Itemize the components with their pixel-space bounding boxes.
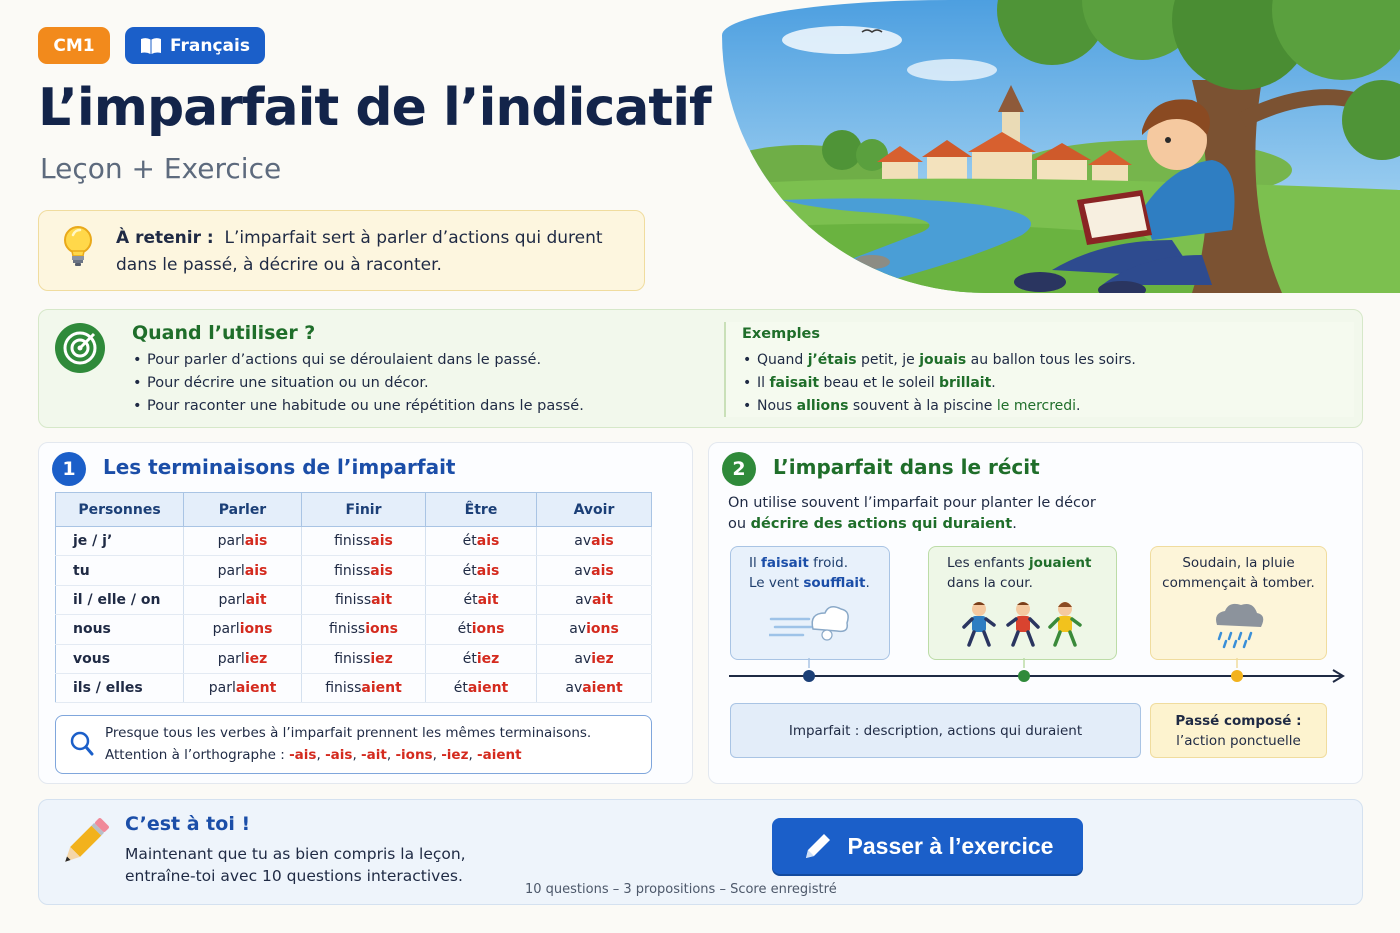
- lightbulb-icon: [64, 226, 92, 266]
- col-header: Personnes: [55, 492, 184, 527]
- children-playing-icon: [962, 602, 1082, 647]
- conjugation-cell: était: [425, 585, 537, 616]
- conjugation-cell: parlait: [183, 585, 302, 616]
- table-row: je / j’ parlais finissais étais avais: [55, 526, 652, 557]
- person-cell: il / elle / on: [55, 585, 184, 616]
- target-icon: [55, 323, 105, 373]
- page-title: L’imparfait de l’indicatif: [38, 78, 712, 138]
- table-row: ils / elles parlaient finissaient étaient av…: [55, 673, 652, 704]
- conjugation-cell: parlions: [183, 614, 302, 645]
- conjugation-cell: finissait: [301, 585, 426, 616]
- subject-badge-label: Français: [170, 35, 250, 56]
- hero-illustration: [722, 0, 1400, 293]
- note-line-2: Attention à l’orthographe : -ais, -ais, …: [105, 747, 522, 763]
- practice-title: C’est à toi !: [125, 813, 251, 835]
- practice-text: Maintenant que tu as bien compris la leç…: [125, 845, 466, 885]
- table-row: tu parlais finissais étais avais: [55, 555, 652, 586]
- table-row: vous parliez finissiez étiez aviez: [55, 644, 652, 674]
- subject-badge: Français: [125, 27, 265, 64]
- section-number: 2: [722, 452, 756, 486]
- col-header: Parler: [183, 492, 302, 527]
- conjugation-cell: avions: [536, 614, 652, 645]
- person-cell: nous: [55, 614, 184, 645]
- exercise-info: 10 questions – 3 propositions – Score en…: [525, 882, 837, 897]
- narrative-panel: 2 L’imparfait dans le récit On utilise s…: [708, 442, 1363, 784]
- wind-cloud-icon: [769, 606, 849, 641]
- narrative-intro: On utilise souvent l’imparfait pour plan…: [728, 495, 1096, 532]
- story-card-children: Les enfants jouaient dans la cour.: [928, 546, 1117, 660]
- conjugation-cell: étions: [425, 614, 537, 645]
- examples-list: Quand j’étais petit, je jouais au ballon…: [743, 349, 1136, 418]
- retenir-text-2: dans le passé, à décrire ou à raconter.: [116, 255, 442, 275]
- table-header-row: Personnes Parler Finir Être Avoir: [55, 492, 652, 527]
- endings-note: Presque tous les verbes à l’imparfait pr…: [55, 715, 652, 774]
- usage-section: Quand l’utiliser ? Pour parler d’actions…: [38, 309, 1363, 428]
- practice-section: C’est à toi ! Maintenant que tu as bien …: [38, 799, 1363, 905]
- person-cell: ils / elles: [55, 673, 184, 704]
- conjugation-cell: étaient: [425, 673, 537, 704]
- note-line-1: Presque tous les verbes à l’imparfait pr…: [105, 725, 592, 741]
- conjugation-cell: étiez: [425, 644, 537, 674]
- narrative-title: L’imparfait dans le récit: [773, 455, 1040, 479]
- retenir-label: À retenir :: [116, 228, 214, 248]
- example-item: Nous allions souvent à la piscine le mer…: [743, 395, 1136, 418]
- conjugation-cell: finissais: [301, 526, 426, 557]
- examples-box: Exemples Quand j’étais petit, je jouais …: [724, 322, 1354, 417]
- table-row: nous parlions finissions étions avions: [55, 614, 652, 645]
- conjugation-cell: aviez: [536, 644, 652, 674]
- conjugation-cell: finissiez: [301, 644, 426, 674]
- usage-item: Pour raconter une habitude ou une répéti…: [133, 395, 584, 418]
- timeline: [729, 658, 1345, 683]
- conjugation-cell: parliez: [183, 644, 302, 674]
- usage-item: Pour parler d’actions qui se déroulaient…: [133, 349, 584, 372]
- conjugation-cell: avais: [536, 526, 652, 557]
- magnifier-icon: [70, 731, 94, 756]
- story-card-rain: Soudain, la pluie commençait à tomber.: [1150, 546, 1327, 660]
- usage-item: Pour décrire une situation ou un décor.: [133, 372, 584, 395]
- example-item: Il faisait beau et le soleil brillait.: [743, 372, 1136, 395]
- person-cell: je / j’: [55, 526, 184, 557]
- page-subtitle: Leçon + Exercice: [40, 152, 282, 185]
- examples-title: Exemples: [742, 326, 821, 342]
- retenir-text-1: L’imparfait sert à parler d’actions qui …: [224, 228, 603, 248]
- pencil-icon: [65, 818, 109, 862]
- person-cell: vous: [55, 644, 184, 674]
- book-icon: [141, 37, 161, 54]
- usage-title: Quand l’utiliser ?: [132, 322, 316, 344]
- start-exercise-label: Passer à l’exercice: [847, 832, 1054, 859]
- usage-list: Pour parler d’actions qui se déroulaient…: [133, 349, 584, 418]
- retenir-box: À retenir : L’imparfait sert à parler d’…: [38, 210, 645, 291]
- col-header: Être: [425, 492, 537, 527]
- endings-title: Les terminaisons de l’imparfait: [103, 455, 456, 479]
- reading-boy-illustration: [722, 0, 1400, 293]
- conjugation-cell: parlaient: [183, 673, 302, 704]
- passe-compose-legend: Passé composé : l’action ponctuelle: [1150, 703, 1327, 758]
- conjugation-cell: avait: [536, 585, 652, 616]
- conjugation-cell: étais: [425, 526, 537, 557]
- col-header: Finir: [301, 492, 426, 527]
- level-badge: CM1: [38, 27, 110, 64]
- conjugation-table: Personnes Parler Finir Être Avoir je / j…: [55, 492, 652, 704]
- level-badge-label: CM1: [53, 35, 95, 56]
- start-exercise-button[interactable]: Passer à l’exercice: [772, 818, 1083, 874]
- imparfait-legend: Imparfait : description, actions qui dur…: [730, 703, 1141, 758]
- conjugation-cell: avaient: [536, 673, 652, 704]
- pencil-icon: [805, 834, 830, 858]
- conjugation-cell: avais: [536, 555, 652, 586]
- table-row: il / elle / on parlait finissait était avait: [55, 585, 652, 616]
- person-cell: tu: [55, 555, 184, 586]
- rain-cloud-icon: [1216, 603, 1264, 649]
- conjugation-cell: finissais: [301, 555, 426, 586]
- section-number: 1: [52, 452, 86, 486]
- example-item: Quand j’étais petit, je jouais au ballon…: [743, 349, 1136, 372]
- conjugation-cell: finissaient: [301, 673, 426, 704]
- story-card-weather: Il faisait froid. Le vent soufflait.: [730, 546, 890, 660]
- conjugation-cell: finissions: [301, 614, 426, 645]
- endings-panel: 1 Les terminaisons de l’imparfait Person…: [38, 442, 693, 784]
- conjugation-cell: parlais: [183, 555, 302, 586]
- conjugation-cell: étais: [425, 555, 537, 586]
- col-header: Avoir: [536, 492, 652, 527]
- conjugation-cell: parlais: [183, 526, 302, 557]
